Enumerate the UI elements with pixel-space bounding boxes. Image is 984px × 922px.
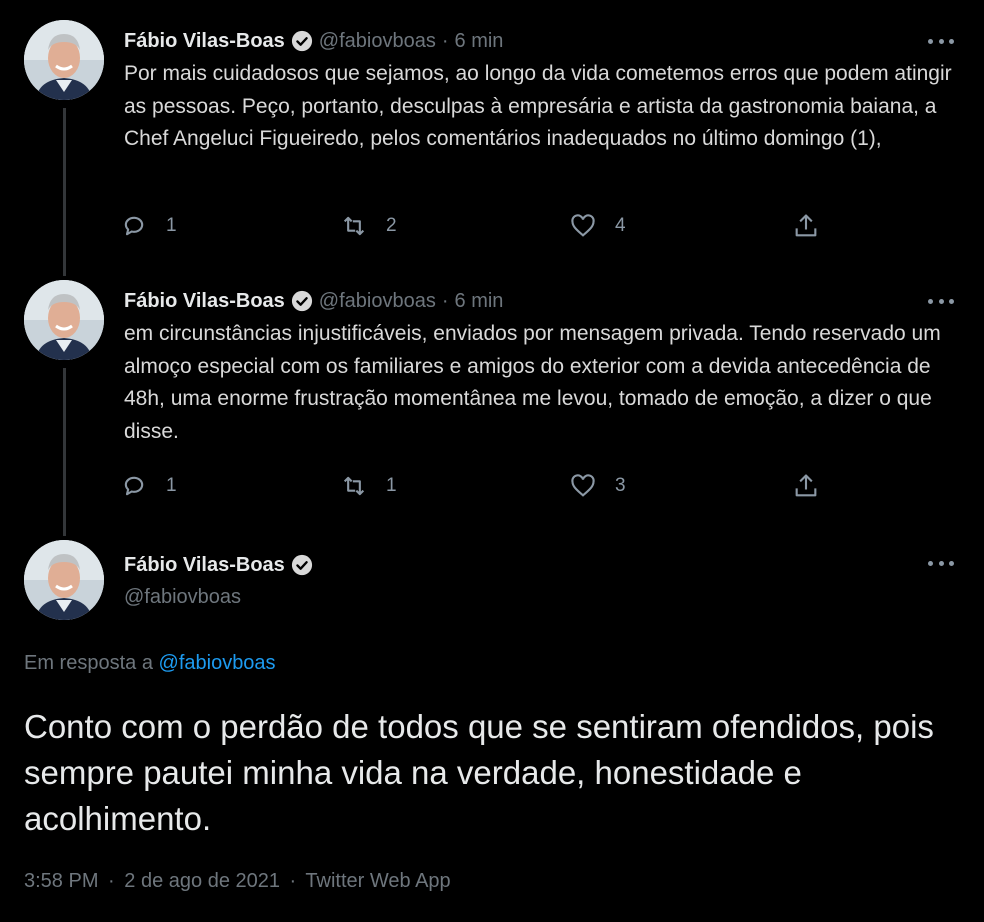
tweet-actions: 1 1 3 [120, 472, 840, 500]
post-source[interactable]: Twitter Web App [305, 870, 450, 892]
reply-count: 1 [166, 475, 177, 496]
retweet-icon [343, 476, 365, 496]
share-icon [795, 214, 817, 237]
post-time[interactable]: 3:58 PM [24, 870, 98, 892]
timestamp[interactable]: 6 min [455, 290, 504, 313]
reply-count: 1 [166, 215, 177, 236]
reply-icon [124, 216, 144, 236]
like-count: 4 [615, 215, 626, 236]
share-button[interactable] [792, 212, 820, 240]
reply-icon [124, 476, 144, 496]
handle[interactable]: @fabiovboas [124, 586, 241, 609]
like-button[interactable]: 3 [569, 472, 626, 500]
tweet-text: Por mais cuidadosos que sejamos, ao long… [124, 62, 952, 150]
retweet-button[interactable]: 2 [340, 212, 397, 240]
display-name[interactable]: Fábio Vilas-Boas [124, 554, 285, 577]
retweet-icon [343, 216, 365, 236]
tweet-meta: 3:58 PM · 2 de ago de 2021 · Twitter Web… [24, 870, 451, 893]
verified-badge-icon [291, 290, 312, 312]
separator: · [441, 29, 449, 52]
separator: · [289, 870, 297, 892]
heart-icon [571, 214, 595, 237]
display-name[interactable]: Fábio Vilas-Boas [124, 290, 285, 313]
more-icon[interactable] [928, 296, 954, 306]
heart-icon [571, 474, 595, 497]
avatar[interactable] [24, 20, 104, 100]
tweet[interactable]: Fábio Vilas-Boas @fabiovboas · 6 min Por… [0, 0, 984, 276]
share-button[interactable] [792, 472, 820, 500]
verified-badge-icon [291, 554, 312, 576]
tweet-actions: 1 2 4 [120, 212, 840, 240]
share-icon [795, 474, 817, 497]
reply-button[interactable]: 1 [120, 212, 177, 240]
separator: · [108, 870, 115, 892]
separator: · [441, 289, 449, 312]
retweet-button[interactable]: 1 [340, 472, 397, 500]
handle[interactable]: @fabiovboas [319, 30, 436, 53]
reply-to-link[interactable]: @fabiovboas [159, 652, 276, 674]
retweet-count: 2 [386, 215, 397, 236]
avatar[interactable] [24, 280, 104, 360]
like-button[interactable]: 4 [569, 212, 626, 240]
reply-button[interactable]: 1 [120, 472, 177, 500]
avatar[interactable] [24, 540, 104, 620]
like-count: 3 [615, 475, 626, 496]
timestamp[interactable]: 6 min [455, 30, 504, 53]
display-name[interactable]: Fábio Vilas-Boas [124, 30, 285, 53]
tweet-text: em circunstâncias injustificáveis, envia… [124, 322, 941, 443]
verified-badge-icon [291, 30, 312, 52]
handle[interactable]: @fabiovboas [319, 290, 436, 313]
focused-tweet-text: Conto com o perdão de todos que se senti… [24, 708, 934, 837]
retweet-count: 1 [386, 475, 397, 496]
more-icon[interactable] [928, 36, 954, 46]
reply-prefix: Em resposta a [24, 652, 153, 674]
reply-context: Em resposta a @fabiovboas [24, 652, 276, 675]
post-date[interactable]: 2 de ago de 2021 [124, 870, 280, 892]
more-icon[interactable] [928, 558, 954, 568]
tweet[interactable]: Fábio Vilas-Boas @fabiovboas · 6 min em … [0, 260, 984, 536]
